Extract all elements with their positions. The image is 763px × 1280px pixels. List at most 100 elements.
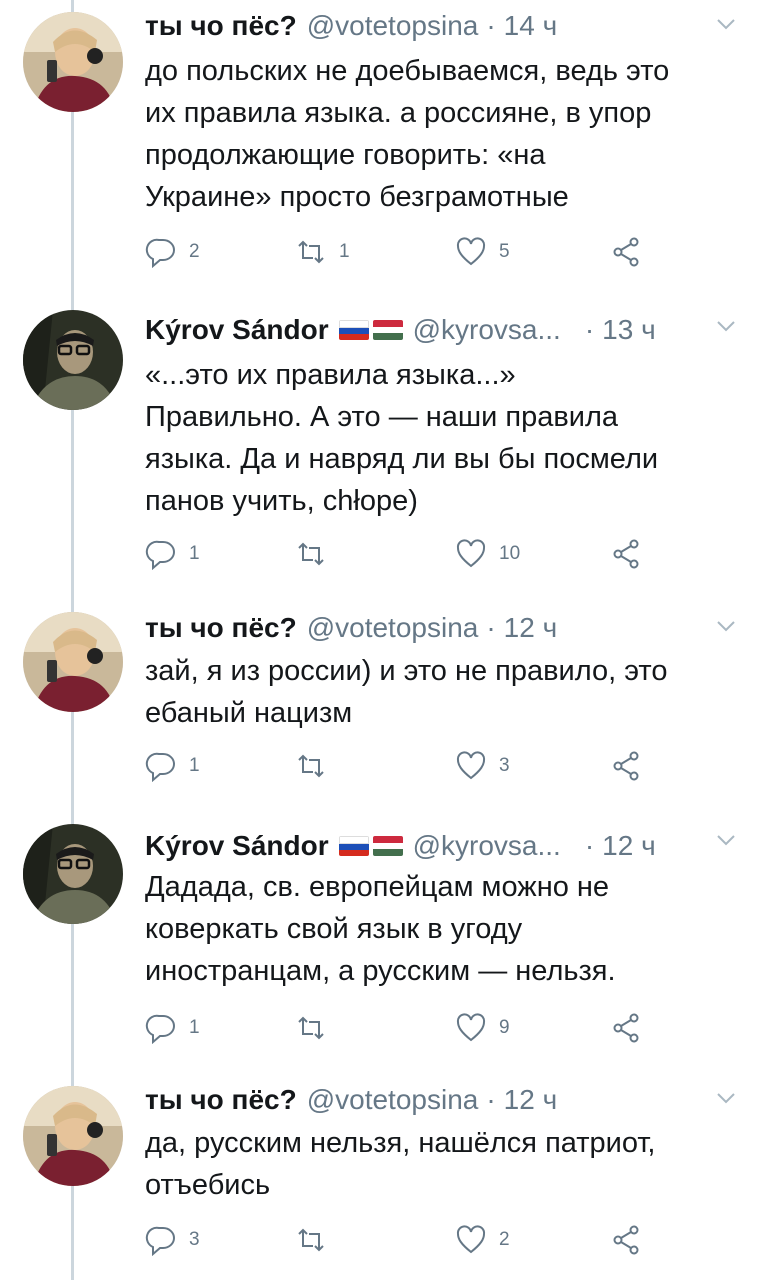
retweet-icon bbox=[298, 754, 324, 778]
hungary-flag-icon bbox=[372, 836, 403, 856]
tweet[interactable]: ты чо пёс? @votetopsina · 12 ч да, русск… bbox=[0, 1080, 763, 1280]
author-handle[interactable]: @votetopsina bbox=[307, 1080, 479, 1120]
retweet-icon bbox=[298, 542, 324, 566]
author-name[interactable]: ты чо пёс? bbox=[145, 6, 297, 46]
retweet-icon bbox=[298, 1016, 324, 1040]
tweet[interactable]: ты чо пёс? @votetopsina · 12 ч зай, я из… bbox=[0, 606, 763, 806]
like-count: 10 bbox=[499, 543, 521, 564]
tweet-time[interactable]: 12 ч bbox=[504, 608, 558, 648]
russia-flag-icon bbox=[338, 836, 369, 856]
share-icon bbox=[613, 1225, 639, 1255]
retweet-count: 1 bbox=[339, 241, 350, 262]
author-handle[interactable]: @votetopsina bbox=[307, 6, 479, 46]
like-button[interactable]: 3 bbox=[455, 748, 510, 784]
like-button[interactable]: 10 bbox=[455, 536, 520, 572]
author-name[interactable]: Kýrov Sándor bbox=[145, 826, 329, 866]
chevron-down-icon[interactable] bbox=[717, 320, 735, 332]
reply-count: 1 bbox=[189, 543, 200, 564]
share-button[interactable] bbox=[610, 234, 642, 270]
author-name[interactable]: ты чо пёс? bbox=[145, 608, 297, 648]
tweet[interactable]: Kýrov Sándor @kyrovsa... · 13 ч «...это … bbox=[0, 306, 763, 596]
avatar-image bbox=[23, 612, 123, 712]
reply-icon bbox=[145, 238, 175, 268]
reply-button[interactable]: 3 bbox=[145, 1222, 200, 1258]
retweet-button[interactable] bbox=[295, 536, 339, 572]
tweet-header: Kýrov Sándor @kyrovsa... · 12 ч bbox=[145, 826, 743, 866]
reply-count: 1 bbox=[189, 1017, 200, 1038]
reply-count: 3 bbox=[189, 1229, 200, 1250]
tweet-time[interactable]: 12 ч bbox=[602, 826, 656, 866]
tweet-time[interactable]: 14 ч bbox=[504, 6, 558, 46]
tweet[interactable]: Kýrov Sándor @kyrovsa... · 12 ч Дадада, … bbox=[0, 822, 763, 1062]
tweet-text: «...это их правила языка...» Правильно. … bbox=[145, 359, 659, 517]
retweet-button[interactable] bbox=[295, 748, 339, 784]
flag-emojis bbox=[338, 836, 403, 856]
reply-icon bbox=[145, 1014, 175, 1044]
share-icon bbox=[613, 751, 639, 781]
share-button[interactable] bbox=[610, 748, 642, 784]
share-button[interactable] bbox=[610, 1010, 642, 1046]
tweet-header: ты чо пёс? @votetopsina · 14 ч bbox=[145, 6, 743, 46]
chevron-down-icon[interactable] bbox=[717, 1092, 735, 1104]
retweet-button[interactable] bbox=[295, 1010, 339, 1046]
avatar[interactable] bbox=[23, 12, 123, 112]
chevron-down-icon[interactable] bbox=[717, 18, 735, 30]
separator-dot: · bbox=[486, 612, 496, 643]
share-button[interactable] bbox=[610, 536, 642, 572]
russia-flag-icon bbox=[338, 320, 369, 340]
retweet-button[interactable] bbox=[295, 1222, 339, 1258]
separator-dot: · bbox=[584, 830, 595, 861]
like-count: 2 bbox=[499, 1229, 510, 1250]
share-icon bbox=[613, 539, 639, 569]
author-handle[interactable]: @kyrovsa... bbox=[413, 826, 561, 866]
reply-icon bbox=[145, 540, 175, 570]
retweet-icon bbox=[298, 240, 324, 264]
retweet-button[interactable]: 1 bbox=[295, 234, 350, 270]
reply-button[interactable]: 1 bbox=[145, 536, 200, 572]
tweet-time[interactable]: 12 ч bbox=[504, 1080, 558, 1120]
like-count: 5 bbox=[499, 241, 510, 262]
tweet-text: до польских не доебываемся, ведь это их … bbox=[145, 55, 670, 213]
reply-count: 2 bbox=[189, 241, 200, 262]
tweet[interactable]: ты чо пёс? @votetopsina · 14 ч до польск… bbox=[0, 0, 763, 290]
hungary-flag-icon bbox=[372, 320, 403, 340]
avatar[interactable] bbox=[23, 1086, 123, 1186]
chevron-down-icon[interactable] bbox=[717, 620, 735, 632]
avatar-image bbox=[23, 12, 123, 112]
like-count: 3 bbox=[499, 755, 510, 776]
share-button[interactable] bbox=[610, 1222, 642, 1258]
reply-button[interactable]: 2 bbox=[145, 234, 200, 270]
like-button[interactable]: 5 bbox=[455, 234, 510, 270]
author-handle[interactable]: @votetopsina bbox=[307, 608, 479, 648]
avatar-image bbox=[23, 1086, 123, 1186]
share-icon bbox=[613, 237, 639, 267]
tweet-header: ты чо пёс? @votetopsina · 12 ч bbox=[145, 1080, 743, 1120]
share-icon bbox=[613, 1013, 639, 1043]
separator-dot: · bbox=[486, 10, 496, 41]
tweet-actions: 1 9 bbox=[145, 1010, 685, 1046]
heart-icon bbox=[456, 751, 486, 780]
avatar[interactable] bbox=[23, 612, 123, 712]
avatar-image bbox=[23, 310, 123, 410]
reply-button[interactable]: 1 bbox=[145, 1010, 200, 1046]
tweet-actions: 1 3 bbox=[145, 748, 685, 784]
chevron-down-icon[interactable] bbox=[717, 834, 735, 846]
author-name[interactable]: Kýrov Sándor bbox=[145, 310, 329, 350]
like-button[interactable]: 2 bbox=[455, 1222, 510, 1258]
like-button[interactable]: 9 bbox=[455, 1010, 510, 1046]
reply-count: 1 bbox=[189, 755, 200, 776]
avatar[interactable] bbox=[23, 824, 123, 924]
retweet-icon bbox=[298, 1228, 324, 1252]
reply-button[interactable]: 1 bbox=[145, 748, 200, 784]
tweet-actions: 2 1 5 bbox=[145, 234, 685, 270]
tweet-header: Kýrov Sándor @kyrovsa... · 13 ч bbox=[145, 310, 743, 350]
reply-icon bbox=[145, 752, 175, 782]
tweet-time[interactable]: 13 ч bbox=[602, 310, 656, 350]
heart-icon bbox=[456, 1225, 486, 1254]
heart-icon bbox=[456, 237, 486, 266]
heart-icon bbox=[456, 1013, 486, 1042]
author-name[interactable]: ты чо пёс? bbox=[145, 1080, 297, 1120]
like-count: 9 bbox=[499, 1017, 510, 1038]
author-handle[interactable]: @kyrovsa... bbox=[413, 310, 561, 350]
avatar[interactable] bbox=[23, 310, 123, 410]
